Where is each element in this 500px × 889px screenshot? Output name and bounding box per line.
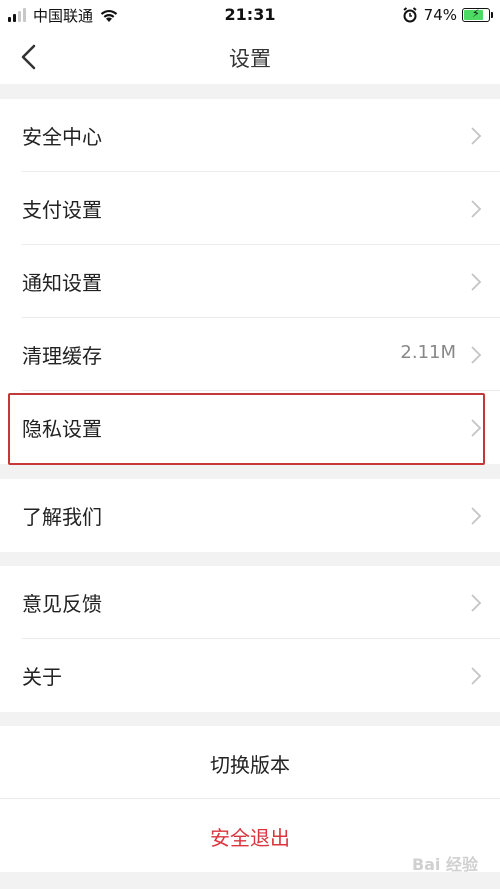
nav-bar: 设置 [0, 30, 500, 84]
settings-item-label: 关于 [22, 665, 62, 689]
chevron-right-icon [471, 594, 482, 612]
chevron-right-icon [471, 200, 482, 218]
settings-item-notifications[interactable]: 通知设置 [0, 245, 500, 318]
charging-icon: ⚡ [472, 7, 480, 20]
status-bar: 中国联通 21:31 74% ⚡ [0, 0, 500, 30]
settings-group-2: 了解我们 [0, 479, 500, 552]
chevron-right-icon [471, 419, 482, 437]
cache-size-value: 2.11M [400, 342, 456, 363]
page-title: 设置 [229, 47, 271, 71]
settings-item-about[interactable]: 关于 [0, 639, 500, 712]
chevron-right-icon [471, 507, 482, 525]
status-right: 74% ⚡ [402, 5, 493, 25]
settings-item-label: 了解我们 [22, 505, 102, 529]
switch-version-label: 切换版本 [210, 753, 290, 777]
chevron-right-icon [471, 346, 482, 364]
settings-item-label: 清理缓存 [22, 344, 102, 368]
chevron-right-icon [471, 667, 482, 685]
switch-version-button[interactable]: 切换版本 [0, 726, 500, 799]
settings-item-payment[interactable]: 支付设置 [0, 172, 500, 245]
settings-item-label: 支付设置 [22, 198, 102, 222]
settings-item-label: 安全中心 [22, 125, 102, 149]
alarm-icon [403, 7, 417, 23]
settings-item-label: 意见反馈 [22, 592, 102, 616]
settings-item-about-us[interactable]: 了解我们 [0, 479, 500, 552]
battery-percent: 74% [423, 6, 457, 24]
settings-item-label: 隐私设置 [22, 417, 102, 441]
settings-group-3: 意见反馈 关于 [0, 566, 500, 712]
settings-item-label: 通知设置 [22, 271, 102, 295]
watermark: Bai 经验 [411, 855, 478, 874]
battery-icon: ⚡ [462, 7, 493, 22]
settings-group-1: 安全中心 支付设置 通知设置 清理缓存 2.11M 隐私设置 [0, 99, 500, 464]
chevron-right-icon [471, 273, 482, 291]
settings-item-privacy[interactable]: 隐私设置 [0, 391, 500, 464]
chevron-right-icon [471, 127, 482, 145]
logout-label: 安全退出 [210, 826, 290, 850]
settings-item-security-center[interactable]: 安全中心 [0, 99, 500, 172]
settings-item-feedback[interactable]: 意见反馈 [0, 566, 500, 639]
settings-item-clear-cache[interactable]: 清理缓存 2.11M [0, 318, 500, 391]
